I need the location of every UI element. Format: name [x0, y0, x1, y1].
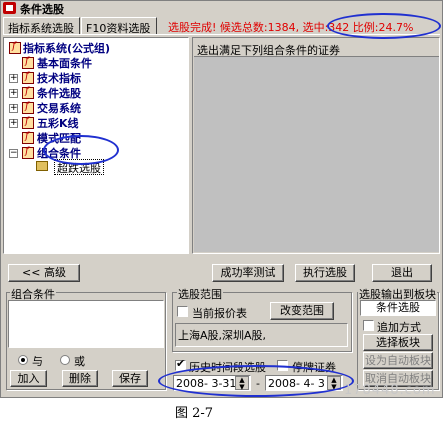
formula-icon — [22, 116, 34, 129]
expand-icon[interactable]: + — [9, 119, 18, 128]
formula-icon — [9, 41, 21, 54]
radio-or-label: 或 — [74, 355, 85, 368]
highlight-dates — [158, 365, 354, 397]
save-button[interactable]: 保存 — [112, 370, 148, 387]
combo-conditions-list[interactable] — [8, 300, 164, 348]
formula-icon — [22, 56, 34, 69]
add-button[interactable]: 加入 — [10, 370, 47, 387]
figure-caption: 图 2-7 — [175, 406, 214, 421]
tree-item-trading[interactable]: 交易系统 — [37, 100, 81, 115]
market-range-text: 上海A股,深圳A股, — [178, 329, 267, 342]
tree-root[interactable]: 指标系统(公式组) — [23, 40, 110, 55]
tab-f10-select[interactable]: F10资料选股 — [81, 17, 157, 35]
set-auto-block-button[interactable]: 设为自动板块 — [363, 352, 433, 369]
expand-icon[interactable]: + — [9, 89, 18, 98]
success-rate-test-button[interactable]: 成功率测试 — [212, 264, 284, 282]
tree-item-basic[interactable]: 基本面条件 — [37, 55, 92, 70]
output-block-field[interactable]: 条件选股 — [360, 300, 436, 316]
tree-item-technical[interactable]: 技术指标 — [37, 70, 81, 85]
formula-icon — [22, 101, 34, 114]
select-range-title: 选股范围 — [177, 286, 223, 302]
current-quote-label: 当前报价表 — [192, 307, 247, 320]
radio-selected-dot — [21, 358, 25, 362]
tree-item-condition[interactable]: 条件选股 — [37, 85, 81, 100]
result-list[interactable] — [194, 56, 439, 252]
formula-icon — [22, 71, 34, 84]
formula-icon — [22, 131, 34, 144]
highlight-oversold — [43, 135, 119, 165]
append-label: 追加方式 — [377, 321, 421, 334]
formula-icon — [22, 86, 34, 99]
advanced-button[interactable]: << 高级 — [8, 264, 80, 282]
watermark: 178448.com — [344, 383, 436, 398]
execute-select-button[interactable]: 执行选股 — [295, 264, 355, 282]
expand-icon[interactable]: + — [9, 74, 18, 83]
current-quote-checkbox[interactable] — [177, 306, 188, 317]
highlight-ratio — [327, 13, 441, 39]
checkmark-icon: ✔ — [176, 357, 186, 370]
delete-button[interactable]: 删除 — [62, 370, 98, 387]
tab-indicator-select[interactable]: 指标系统选股 — [3, 17, 80, 35]
tree-item-kline[interactable]: 五彩K线 — [37, 115, 79, 130]
radio-and-label: 与 — [32, 355, 43, 368]
exit-button[interactable]: 退出 — [372, 264, 432, 282]
app-icon — [3, 2, 16, 14]
append-checkbox[interactable] — [363, 320, 374, 331]
collapse-icon[interactable]: − — [9, 149, 18, 158]
window-title: 条件选股 — [20, 3, 64, 16]
radio-or[interactable] — [60, 355, 70, 365]
formula-icon — [22, 146, 34, 159]
change-range-button[interactable]: 改变范围 — [270, 302, 334, 320]
expand-icon[interactable]: + — [9, 104, 18, 113]
folder-icon — [36, 161, 48, 171]
select-block-button[interactable]: 选择板块 — [363, 334, 433, 351]
